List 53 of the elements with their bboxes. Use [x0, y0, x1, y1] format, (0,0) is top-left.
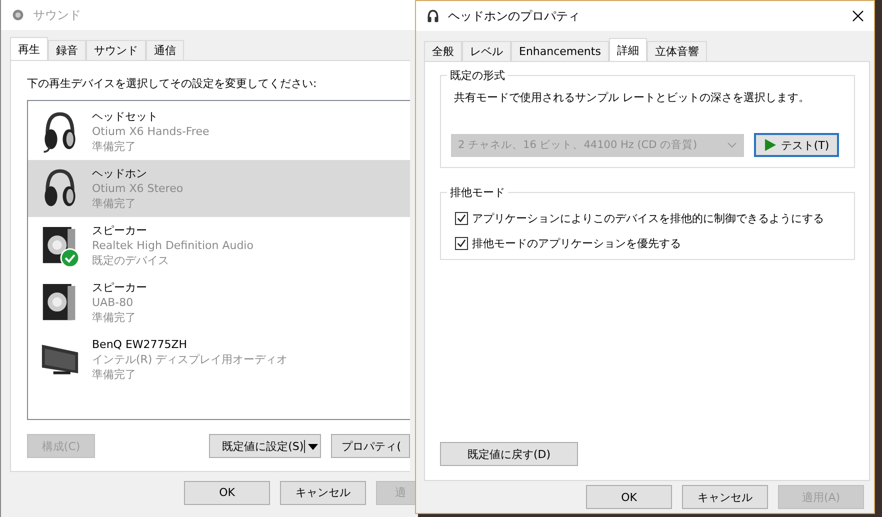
device-status: 準備完了: [92, 196, 137, 211]
device-status: 準備完了: [92, 367, 137, 382]
properties-button[interactable]: プロパティ(: [330, 434, 410, 458]
device-description: Otium X6 Stereo: [92, 181, 184, 196]
device-description: インテル(R) ディスプレイ用オーディオ: [92, 352, 288, 367]
tab[interactable]: サウンド: [86, 40, 146, 60]
device-description: Otium X6 Hands-Free: [92, 124, 210, 139]
checkbox[interactable]: [455, 212, 468, 225]
tab[interactable]: 録音: [48, 40, 86, 60]
chevron-icon: [727, 142, 737, 148]
device-status: 準備完了: [92, 139, 137, 154]
headphones-icon: [426, 9, 440, 23]
group-title: 排他モード: [447, 185, 508, 200]
instruction-text: 下の再生デバイスを選択してその設定を変更してください:: [27, 76, 318, 91]
dialog-button[interactable]: OK: [586, 485, 672, 509]
device-item[interactable]: ヘッドホン Otium X6 Stereo 準備完了: [28, 160, 410, 217]
dialog-button[interactable]: キャンセル: [280, 480, 366, 504]
tab[interactable]: レベル: [462, 41, 511, 61]
device-name: BenQ EW2775ZH: [92, 337, 188, 352]
restore-defaults-button[interactable]: 既定値に戻す(D): [440, 442, 578, 466]
close-icon[interactable]: [852, 10, 864, 22]
dialog-button[interactable]: OK: [184, 480, 270, 504]
checkbox-label: 排他モードのアプリケーションを優先する: [472, 236, 681, 251]
device-name: ヘッドホン: [92, 166, 148, 181]
tab[interactable]: 詳細: [608, 38, 647, 61]
set-default-button[interactable]: 既定値に設定(S): [209, 434, 321, 458]
device-item[interactable]: BenQ EW2775ZH インテル(R) ディスプレイ用オーディオ 準備完了: [28, 331, 410, 388]
device-item[interactable]: ヘッドセット Otium X6 Hands-Free 準備完了: [28, 103, 410, 160]
tab[interactable]: 立体音響: [646, 41, 707, 61]
group-title: 既定の形式: [447, 68, 508, 83]
window-title: ヘッドホンのプロパティ: [448, 8, 580, 24]
device-status: 既定のデバイス: [92, 253, 170, 268]
device-name: ヘッドセット: [92, 109, 159, 124]
device-item[interactable]: スピーカー UAB-80 準備完了: [28, 274, 410, 331]
checkbox-label: アプリケーションによりこのデバイスを排他的に制御できるようにする: [472, 211, 824, 226]
test-button[interactable]: テスト(T): [754, 133, 839, 157]
headset-icon: [42, 110, 78, 154]
device-description: Realtek High Definition Audio: [92, 238, 254, 253]
device-name: スピーカー: [92, 223, 148, 238]
tab[interactable]: 再生: [10, 37, 48, 60]
tab[interactable]: 通信: [146, 40, 184, 60]
description-text: 共有モードで使用されるサンプル レートとビットの深さを選択します。: [454, 90, 810, 105]
window-title: サウンド: [33, 6, 81, 24]
device-status: 準備完了: [92, 310, 137, 325]
device-item[interactable]: スピーカー Realtek High Definition Audio 既定のデバイス: [28, 217, 410, 274]
device-name: スピーカー: [92, 280, 147, 295]
tab[interactable]: 全般: [424, 41, 462, 61]
tab[interactable]: Enhancements: [511, 41, 609, 61]
checkbox[interactable]: [455, 237, 468, 250]
device-description: UAB-80: [92, 295, 134, 310]
caret-icon: [304, 440, 320, 452]
dialog-button[interactable]: キャンセル: [682, 485, 768, 509]
play-icon: [764, 139, 776, 151]
